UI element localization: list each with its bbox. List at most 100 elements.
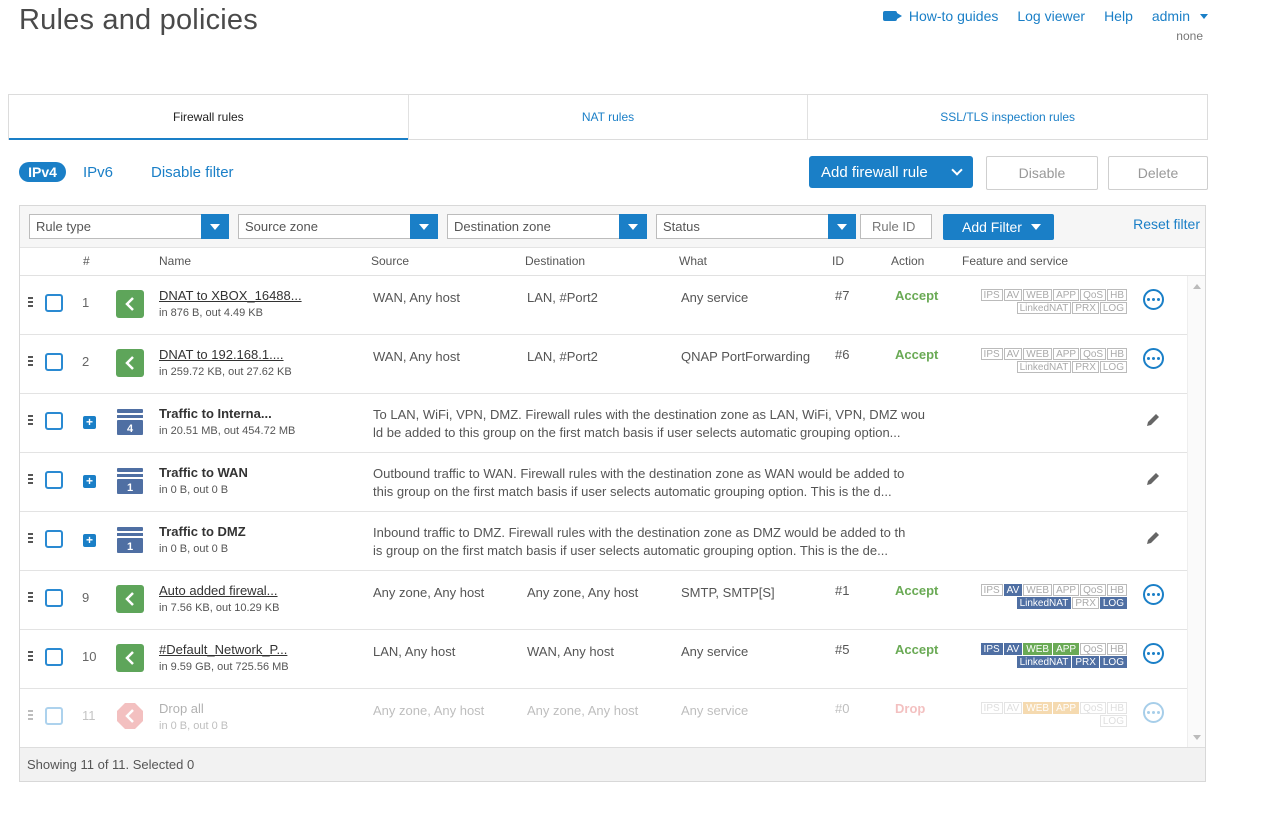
more-options-icon[interactable] — [1143, 348, 1164, 369]
chevron-down-icon — [951, 164, 963, 176]
col-destination[interactable]: Destination — [525, 254, 585, 268]
table-row[interactable]: 9 Auto added firewal... in 7.56 KB, out … — [20, 571, 1187, 630]
table-row[interactable]: 11 Drop all in 0 B, out 0 B Any zone, An… — [20, 689, 1187, 748]
badge-av: AV — [1003, 348, 1023, 360]
group-row[interactable]: + 1 Traffic to DMZ in 0 B, out 0 B Inbou… — [20, 512, 1187, 571]
help-link[interactable]: Help — [1104, 8, 1133, 24]
table-header: # Name Source Destination What ID Action… — [20, 248, 1205, 276]
vertical-scrollbar[interactable] — [1187, 276, 1205, 748]
edit-pencil-icon[interactable] — [1145, 530, 1161, 549]
status-select[interactable]: Status — [656, 214, 856, 239]
edit-pencil-icon[interactable] — [1145, 412, 1161, 431]
more-options-icon[interactable] — [1143, 584, 1164, 605]
expand-plus-icon[interactable]: + — [83, 416, 96, 429]
badge-linkednat: LinkedNAT — [1016, 361, 1072, 373]
col-source[interactable]: Source — [371, 254, 409, 268]
row-checkbox[interactable] — [45, 530, 63, 548]
edit-pencil-icon[interactable] — [1145, 471, 1161, 490]
rule-name-link[interactable]: #Default_Network_P... — [159, 642, 287, 657]
user-menu[interactable]: admin — [1152, 8, 1208, 24]
rule-id-input[interactable]: Rule ID — [860, 214, 932, 239]
more-options-icon[interactable] — [1143, 289, 1164, 310]
table-row[interactable]: 1 DNAT to XBOX_16488... in 876 B, out 4.… — [20, 276, 1187, 335]
group-description-line: To LAN, WiFi, VPN, DMZ. Firewall rules w… — [373, 407, 925, 422]
group-row[interactable]: + 1 Traffic to WAN in 0 B, out 0 B Outbo… — [20, 453, 1187, 512]
group-description-line: Outbound traffic to WAN. Firewall rules … — [373, 466, 905, 481]
rule-type-select[interactable]: Rule type — [29, 214, 229, 239]
badge-log: LOG — [1099, 302, 1127, 314]
rule-action: Accept — [895, 583, 939, 598]
drag-handle-icon[interactable] — [28, 592, 33, 602]
row-checkbox[interactable] — [45, 589, 63, 607]
delete-button[interactable]: Delete — [1108, 156, 1208, 190]
add-firewall-rule-button[interactable]: Add firewall rule — [809, 156, 973, 188]
row-checkbox[interactable] — [45, 412, 63, 430]
drop-rule-icon — [116, 702, 144, 730]
drag-handle-icon[interactable] — [28, 474, 33, 484]
group-name[interactable]: Traffic to Interna... — [159, 406, 272, 421]
group-name[interactable]: Traffic to DMZ — [159, 524, 246, 539]
disable-button[interactable]: Disable — [986, 156, 1098, 190]
tab-ssl-tls-rules[interactable]: SSL/TLS inspection rules — [808, 95, 1207, 139]
col-what[interactable]: What — [679, 254, 707, 268]
log-viewer-link[interactable]: Log viewer — [1017, 8, 1085, 24]
row-checkbox[interactable] — [45, 471, 63, 489]
rule-name-link[interactable]: Auto added firewal... — [159, 583, 278, 598]
ipv6-toggle[interactable]: IPv6 — [83, 164, 113, 181]
expand-plus-icon[interactable]: + — [83, 475, 96, 488]
table-body: 1 DNAT to XBOX_16488... in 876 B, out 4.… — [20, 276, 1187, 748]
expand-plus-icon[interactable]: + — [83, 534, 96, 547]
disable-filter-link[interactable]: Disable filter — [151, 164, 234, 181]
drag-handle-icon[interactable] — [28, 297, 33, 307]
table-row[interactable]: 10 #Default_Network_P... in 9.59 GB, out… — [20, 630, 1187, 689]
group-count: 4 — [127, 423, 134, 435]
more-options-icon[interactable] — [1143, 643, 1164, 664]
more-options-icon[interactable] — [1143, 702, 1164, 723]
add-rule-dropdown[interactable] — [941, 156, 973, 188]
col-num[interactable]: # — [83, 254, 90, 268]
group-count: 1 — [127, 541, 133, 553]
tab-nat-rules[interactable]: NAT rules — [409, 95, 809, 139]
row-checkbox[interactable] — [45, 648, 63, 666]
rule-source: WAN, Any host — [373, 290, 460, 305]
drag-handle-icon[interactable] — [28, 356, 33, 366]
rule-name-link[interactable]: Drop all — [159, 701, 204, 716]
feature-badges: IPS AV WEB APP QoS HB LinkedNAT PRX LOG — [974, 289, 1127, 314]
drag-handle-icon[interactable] — [28, 710, 33, 720]
rule-name-link[interactable]: DNAT to XBOX_16488... — [159, 288, 302, 303]
row-checkbox[interactable] — [45, 707, 63, 725]
row-checkbox[interactable] — [45, 294, 63, 312]
group-name[interactable]: Traffic to WAN — [159, 465, 248, 480]
table-row[interactable]: 2 DNAT to 192.168.1.... in 259.72 KB, ou… — [20, 335, 1187, 394]
col-id[interactable]: ID — [832, 254, 844, 268]
badge-ips: IPS — [980, 643, 1003, 655]
ipv4-toggle[interactable]: IPv4 — [19, 162, 66, 182]
row-number: 9 — [82, 590, 90, 605]
group-description: To LAN, WiFi, VPN, DMZ. Firewall rules w… — [373, 406, 933, 442]
col-feature[interactable]: Feature and service — [962, 254, 1068, 268]
rule-name-link[interactable]: DNAT to 192.168.1.... — [159, 347, 284, 362]
tab-firewall-rules[interactable]: Firewall rules — [9, 95, 409, 140]
add-filter-button[interactable]: Add Filter — [943, 214, 1054, 240]
drag-handle-icon[interactable] — [28, 533, 33, 543]
row-number: 11 — [82, 708, 96, 723]
drag-handle-icon[interactable] — [28, 415, 33, 425]
reset-filter-link[interactable]: Reset filter — [1133, 216, 1200, 232]
scroll-down-icon[interactable] — [1193, 735, 1201, 740]
rule-what: SMTP, SMTP[S] — [681, 585, 775, 600]
rule-group-icon: 1 — [116, 526, 144, 554]
howto-link[interactable]: How-to guides — [882, 8, 998, 24]
badge-log: LOG — [1099, 715, 1127, 727]
col-name[interactable]: Name — [159, 254, 191, 268]
source-zone-select[interactable]: Source zone — [238, 214, 438, 239]
dropdown-arrow-icon — [410, 214, 438, 239]
col-action[interactable]: Action — [891, 254, 924, 268]
drag-handle-icon[interactable] — [28, 651, 33, 661]
scroll-up-icon[interactable] — [1193, 284, 1201, 289]
rule-id: #1 — [835, 583, 850, 598]
destination-zone-select[interactable]: Destination zone — [447, 214, 647, 239]
row-checkbox[interactable] — [45, 353, 63, 371]
badge-app: APP — [1053, 702, 1080, 714]
rule-destination: LAN, #Port2 — [527, 290, 598, 305]
group-row[interactable]: + 4 Traffic to Interna... in 20.51 MB, o… — [20, 394, 1187, 453]
